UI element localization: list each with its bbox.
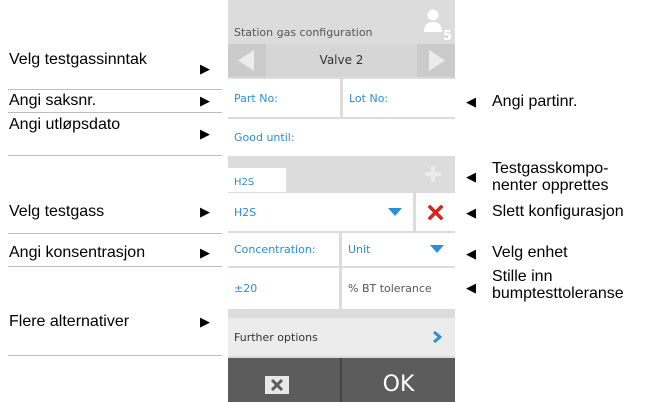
cancel-x-icon (265, 376, 289, 394)
delete-x-icon (428, 205, 443, 220)
pointer-arrow-icon: ◀ (466, 280, 476, 295)
ok-label: OK (382, 372, 415, 397)
tolerance-unit: % BT tolerance (342, 268, 455, 309)
pointer-arrow-icon: ◀ (466, 246, 476, 261)
separator (8, 233, 222, 234)
annotation-components-line2: nenter opprettes (492, 177, 609, 194)
arrow-left-icon[interactable] (228, 44, 266, 77)
good-until-label: Good until: (234, 131, 295, 144)
pointer-arrow-icon: ▶ (200, 126, 210, 141)
part-no-field[interactable]: Part No: (228, 79, 340, 117)
concentration-field[interactable]: Concentration: (228, 233, 339, 266)
pointer-arrow-icon: ▶ (200, 204, 210, 219)
separator (8, 355, 222, 356)
annotation-components-line1: Testgasskompo- (492, 160, 609, 177)
screen-title: Station gas configuration (234, 26, 373, 39)
concentration-label: Concentration: (234, 243, 316, 256)
pointer-arrow-icon: ▶ (200, 61, 210, 76)
annotation-select-gas: Velg testgass (9, 203, 105, 220)
lot-no-field[interactable]: Lot No: (343, 79, 455, 117)
dropdown-arrow-icon (430, 245, 444, 253)
pointer-arrow-icon: ▶ (200, 245, 210, 260)
pointer-arrow-icon: ◀ (466, 205, 476, 220)
title-bar: Station gas configuration 5 (228, 0, 455, 44)
annotation-select-inlet: Velg testgassinntak (9, 51, 147, 68)
separator (8, 266, 222, 267)
tolerance-value: ±20 (234, 282, 258, 295)
pointer-arrow-icon: ▶ (200, 314, 210, 329)
separator (8, 155, 222, 156)
good-until-field[interactable]: Good until: (228, 119, 455, 156)
gas-select[interactable]: H2S (228, 193, 413, 231)
component-tab[interactable]: H2S (228, 168, 286, 192)
unit-select[interactable]: Unit (342, 233, 455, 266)
pointer-arrow-icon: ▶ (200, 93, 210, 108)
annotation-enter-lot-no: Angi partinr. (492, 93, 578, 110)
component-tab-label: H2S (234, 177, 255, 188)
annotation-enter-part-no: Angi saksnr. (9, 92, 97, 109)
unit-select-value: Unit (348, 243, 371, 256)
cancel-button[interactable] (228, 358, 339, 402)
plus-icon[interactable] (423, 164, 443, 184)
further-options-button[interactable]: Further options (228, 318, 455, 356)
user-badge: 5 (443, 29, 452, 42)
part-no-label: Part No: (234, 92, 278, 105)
annotation-more-options: Flere alternativer (9, 313, 130, 330)
annotation-enter-expiry: Angi utløpsdato (9, 116, 121, 133)
pointer-arrow-icon: ◀ (466, 169, 476, 184)
annotation-enter-concentration: Angi konsentrasjon (9, 244, 146, 261)
device-screen: Station gas configuration 5 Valve 2 Part… (228, 0, 455, 402)
arrow-right-icon[interactable] (417, 44, 455, 77)
further-options-label: Further options (234, 331, 318, 344)
ok-button[interactable]: OK (342, 358, 455, 402)
valve-label: Valve 2 (319, 53, 364, 67)
footer-bar: OK (228, 358, 455, 402)
annotation-tolerance-line1: Stille inn (492, 268, 553, 285)
lot-no-label: Lot No: (349, 92, 389, 105)
dropdown-arrow-icon (388, 208, 402, 216)
annotation-delete-config: Slett konfigurasjon (492, 203, 624, 220)
gas-select-value: H2S (234, 206, 257, 219)
separator (8, 89, 222, 90)
chevron-right-icon (433, 331, 442, 343)
pointer-arrow-icon: ◀ (466, 94, 476, 109)
tolerance-field[interactable]: ±20 (228, 268, 339, 309)
annotation-tolerance-line2: bumptesttoleranse (492, 285, 624, 302)
separator (8, 112, 222, 113)
annotation-select-unit: Velg enhet (492, 244, 568, 261)
delete-config-button[interactable] (416, 193, 455, 231)
user-icon: 5 (424, 9, 452, 42)
tolerance-label: % BT tolerance (348, 282, 432, 295)
valve-selector: Valve 2 (228, 44, 455, 77)
